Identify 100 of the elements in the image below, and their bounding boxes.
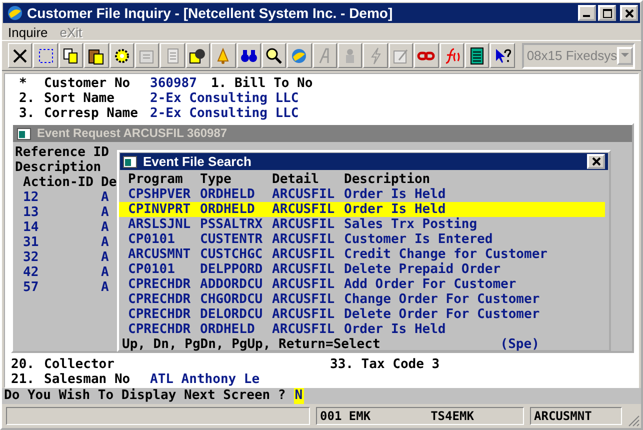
status-text: ARCUSMNT [530, 407, 622, 425]
table-cell-text: CUSTCHGC [200, 247, 264, 262]
table-cell: A [101, 250, 109, 265]
table-cell-text: 14 [23, 220, 40, 235]
list-row[interactable]: CP0101 DELPPORD ARCUSFIL Delete Prepaid Order [119, 262, 605, 277]
table-cell: A [101, 280, 109, 295]
field-label: Reference ID [15, 145, 110, 160]
field-label: Sort Name [44, 91, 116, 106]
table-cell-text: 57 [23, 280, 40, 295]
field-number: 3. [19, 106, 36, 121]
list-row[interactable]: ARSLSJNL PSSALTRX ARCUSFIL Sales Trx Posting [119, 217, 605, 232]
help-icon [494, 46, 512, 64]
list-row[interactable]: CPINVPRT ORDHELD ARCUSFIL Order Is Held [119, 202, 605, 217]
toolbar-button[interactable] [465, 43, 490, 68]
prompt-text: Do You Wish To Display Next Screen ? [4, 388, 286, 404]
table-cell-text: CPRECHDR [128, 307, 192, 322]
column-header: Detail [272, 172, 320, 187]
copy-icon [62, 46, 80, 64]
menu-item[interactable]: Inquire [8, 24, 48, 40]
toolbar-button[interactable] [58, 43, 84, 68]
column-header: Action-ID [23, 175, 94, 190]
toolbar-button[interactable] [8, 43, 32, 68]
toolbar-button[interactable] [84, 43, 109, 68]
table-cell-text: ORDHELD [200, 322, 256, 337]
table-cell-text: ARCUSFIL [272, 187, 336, 202]
paste-icon [87, 46, 106, 64]
close-button[interactable] [620, 5, 638, 21]
table-cell-text: ARCUSFIL [272, 307, 336, 322]
field-label: 1. Bill To No [210, 76, 313, 91]
list-row[interactable]: ARCUSMNT CUSTCHGC ARCUSFIL Credit Change for Customer [119, 247, 605, 262]
table-cell-text: 42 [23, 265, 40, 280]
table-cell-text: ARCUSFIL [272, 292, 336, 307]
field-label: Corresp Name [44, 106, 139, 121]
status-text: TS4EMK [430, 409, 474, 423]
table-cell: A [101, 235, 109, 250]
close-button[interactable] [587, 154, 605, 169]
table-cell-text: ADDORDCU [200, 277, 264, 292]
table-cell-text: CPRECHDR [128, 322, 192, 337]
table-cell-text: CPRECHDR [128, 292, 192, 307]
list-row[interactable]: CPRECHDR ADDORDCU ARCUSFIL Add Order For Customer [119, 277, 605, 292]
table-cell-text: ORDHELD [200, 202, 256, 217]
table-cell-text: 13 [23, 205, 40, 220]
field-label: Salesman No [44, 372, 132, 387]
column-header: De [101, 175, 117, 190]
resize-grip-icon [628, 415, 640, 427]
table-cell: Add Order For Customer [344, 277, 516, 292]
toolbar-button[interactable] [186, 43, 210, 68]
table-cell-text: ARCUSFIL [272, 262, 336, 277]
list-row[interactable]: CPRECHDR CHGORDCU ARCUSFIL Change Order For Customer [119, 292, 605, 307]
table-cell-text: CUSTENTR [200, 232, 264, 247]
table-cell-text: CHGORDCU [200, 292, 264, 307]
field-number: 2. [19, 91, 36, 106]
table-cell-text: 31 [23, 235, 40, 250]
list-row[interactable]: CPSHPVER ORDHELD ARCUSFIL Order Is Held [119, 187, 605, 202]
toolbar-button[interactable] [236, 43, 261, 68]
table-cell: A [101, 205, 109, 220]
table-cell-text: CP0101 [128, 262, 176, 277]
field-value: ATL Anthony Le [150, 372, 260, 387]
list-row[interactable]: CPRECHDR DELORDCU ARCUSFIL Delete Order For Customer [119, 307, 605, 322]
table-cell-text: ARCUSFIL [272, 232, 336, 247]
table-cell: Delete Order For Customer [344, 307, 540, 322]
window-title: Customer File Inquiry - [Netcellent System Inc. - Demo] [27, 5, 394, 21]
maximize-icon [602, 8, 612, 18]
table-cell: Change Order For Customer [344, 292, 540, 307]
table-cell: Order Is Held [344, 322, 446, 337]
field-number: 20. [11, 357, 36, 372]
table-cell-text: ARCUSFIL [272, 277, 336, 292]
answer-field[interactable]: N [294, 388, 304, 404]
table-cell: Customer Is Entered [344, 232, 493, 247]
column-header: Type [200, 172, 232, 187]
field-label: Customer No [44, 76, 132, 91]
close-icon [624, 8, 634, 18]
list-row[interactable]: CPRECHDR ORDHELD ARCUSFIL Order Is Held [119, 322, 605, 337]
gear-icon [112, 46, 131, 64]
table-cell-text: ARCUSMNT [128, 247, 192, 262]
field-value: 2-Ex Consulting LLC [150, 91, 299, 106]
globe-icon [7, 5, 23, 21]
field-number: * [19, 76, 28, 91]
table-cell-text: 32 [23, 250, 40, 265]
table-cell-text: 12 [23, 190, 40, 205]
table-cell: Order Is Held [344, 202, 446, 217]
table-cell: A [101, 265, 109, 280]
toolbar-button[interactable] [490, 43, 515, 68]
list-row[interactable]: CP0101 CUSTENTR ARCUSFIL Customer Is Entered [119, 232, 605, 247]
minimize-button[interactable] [578, 5, 596, 21]
table-cell-text: ARCUSFIL [272, 217, 336, 232]
maximize-button[interactable] [598, 5, 616, 21]
table-cell-text: CPINVPRT [128, 202, 192, 217]
table-cell-text: ORDHELD [200, 187, 256, 202]
calculator-icon [468, 46, 486, 64]
window-icon [17, 128, 31, 140]
table-cell: Sales Trx Posting [344, 217, 478, 232]
toolbar-button[interactable] [33, 43, 58, 68]
table-cell: Credit Change for Customer [344, 247, 548, 262]
table-cell-text: ARSLSJNL [128, 217, 192, 232]
toolbar-button[interactable] [262, 43, 286, 68]
key-hint: Up, Dn, PgDn, PgUp, Return=Select [122, 337, 380, 352]
table-cell-text: ARCUSFIL [272, 202, 336, 217]
table-cell-text: ARCUSFIL [272, 247, 336, 262]
toolbar-button[interactable] [110, 43, 134, 68]
